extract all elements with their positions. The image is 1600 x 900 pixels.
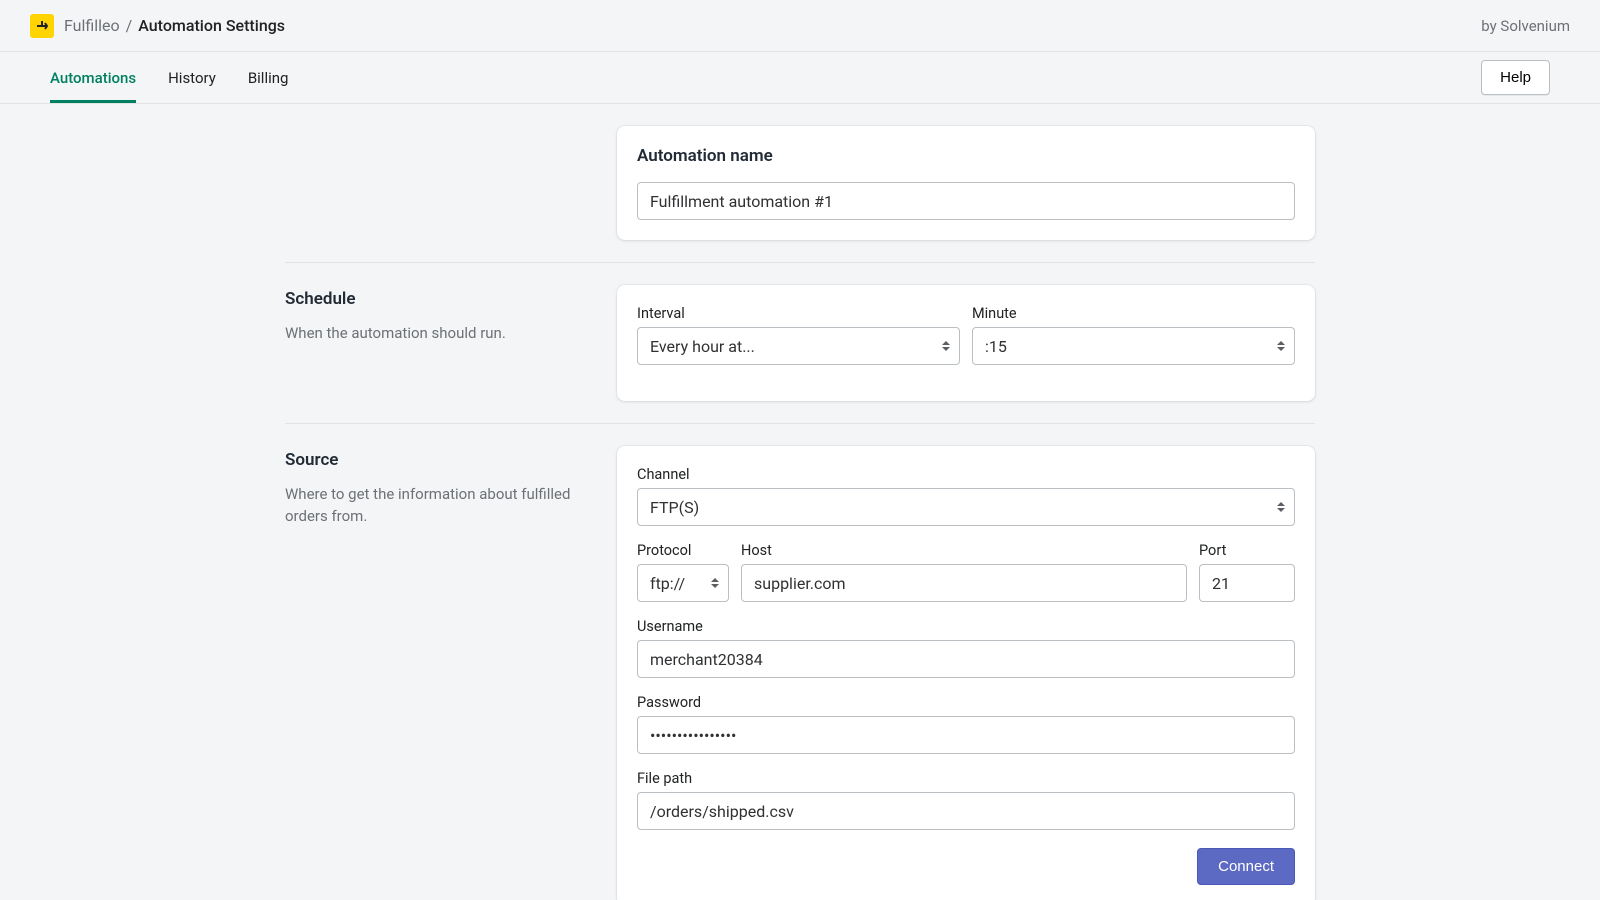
port-input[interactable]: [1199, 564, 1295, 602]
channel-select[interactable]: FTP(S): [637, 488, 1295, 526]
tab-automations[interactable]: Automations: [50, 52, 136, 103]
page-title: Automation Settings: [138, 16, 285, 35]
filepath-input[interactable]: [637, 792, 1295, 830]
card-title-automation-name: Automation name: [637, 146, 1295, 166]
help-button[interactable]: Help: [1481, 60, 1550, 95]
source-heading: Source: [285, 450, 587, 470]
filepath-label: File path: [637, 770, 1295, 787]
automation-name-input[interactable]: [637, 182, 1295, 220]
card-source: Channel FTP(S) Protocol: [617, 446, 1315, 900]
source-description: Where to get the information about fulfi…: [285, 484, 587, 528]
interval-label: Interval: [637, 305, 960, 322]
host-input[interactable]: [741, 564, 1187, 602]
host-label: Host: [741, 542, 1187, 559]
app-header: Fulfilleo / Automation Settings by Solve…: [0, 0, 1600, 52]
tabs: Automations History Billing: [50, 52, 288, 103]
connect-button[interactable]: Connect: [1197, 848, 1295, 885]
interval-select[interactable]: Every hour at...: [637, 327, 960, 365]
section-schedule: Schedule When the automation should run.…: [285, 262, 1315, 423]
header-left: Fulfilleo / Automation Settings: [30, 14, 285, 38]
tab-history[interactable]: History: [168, 52, 216, 103]
section-source: Source Where to get the information abou…: [285, 423, 1315, 900]
app-logo-icon: [30, 14, 54, 38]
content-scroll[interactable]: Automation name Schedule When the automa…: [0, 104, 1600, 900]
username-input[interactable]: [637, 640, 1295, 678]
password-label: Password: [637, 694, 1295, 711]
tabs-bar: Automations History Billing Help: [0, 52, 1600, 104]
password-input[interactable]: [637, 716, 1295, 754]
vendor-byline: by Solvenium: [1481, 17, 1570, 35]
breadcrumb-app[interactable]: Fulfilleo: [64, 16, 120, 35]
breadcrumb-separator: /: [126, 16, 133, 35]
minute-select[interactable]: :15: [972, 327, 1295, 365]
card-automation-name: Automation name: [617, 126, 1315, 240]
section-automation-name: Automation name: [285, 104, 1315, 262]
schedule-description: When the automation should run.: [285, 323, 587, 345]
minute-label: Minute: [972, 305, 1295, 322]
schedule-heading: Schedule: [285, 289, 587, 309]
port-label: Port: [1199, 542, 1295, 559]
card-schedule: Interval Every hour at...: [617, 285, 1315, 401]
content-inner: Automation name Schedule When the automa…: [285, 104, 1315, 900]
tab-billing[interactable]: Billing: [248, 52, 289, 103]
protocol-select[interactable]: ftp://: [637, 564, 729, 602]
protocol-label: Protocol: [637, 542, 729, 559]
username-label: Username: [637, 618, 1295, 635]
channel-label: Channel: [637, 466, 1295, 483]
breadcrumb: Fulfilleo / Automation Settings: [64, 16, 285, 35]
